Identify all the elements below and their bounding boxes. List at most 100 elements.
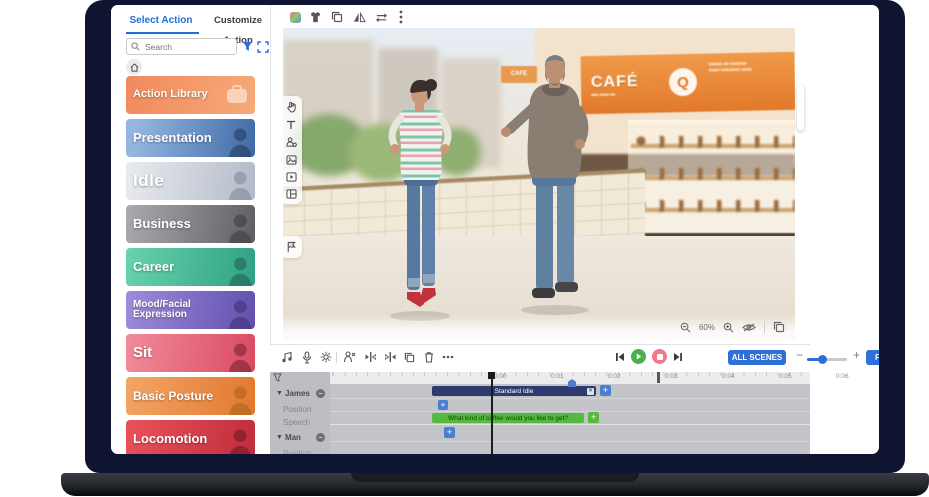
prop-tool-button[interactable] <box>283 236 302 258</box>
add-position-button[interactable]: + <box>438 400 448 410</box>
playhead[interactable] <box>491 372 493 454</box>
scene-end-marker[interactable] <box>657 372 660 383</box>
pan-tool-icon[interactable] <box>286 101 297 113</box>
category-thumbnail-figure <box>219 383 253 415</box>
category-label: Basic Posture <box>126 390 213 403</box>
video-tool-icon[interactable] <box>286 172 297 182</box>
ruler-label: 0:02 <box>608 373 621 380</box>
scene-characters[interactable] <box>283 28 795 340</box>
layout-tool-icon[interactable] <box>286 189 297 199</box>
clip-standard-idle[interactable]: Standard Idle ✕ <box>432 386 596 396</box>
text-tool-icon[interactable] <box>286 120 296 130</box>
category-label: Presentation <box>126 131 212 145</box>
add-action-button[interactable]: + <box>600 385 611 396</box>
chevron-down-icon[interactable]: ▼ <box>276 434 283 441</box>
clip-speech[interactable]: What kind of coffee would you like to ge… <box>432 413 584 423</box>
split-right-icon[interactable] <box>383 350 397 364</box>
collapse-panel-icon[interactable] <box>256 40 269 53</box>
viewport-zoom-strip: 60% <box>283 314 795 340</box>
scene-viewport[interactable]: CAFE CAFÉ ■■■ ■■■■ ■■ Q ■■■■■ ■■ ■■■■■■■… <box>283 28 795 340</box>
action-sidebar: Select Action Customize Action <box>111 5 271 454</box>
category-thumbnail-figure <box>219 168 253 200</box>
character-color-icon[interactable] <box>287 9 303 25</box>
scene-tool-strip <box>283 96 302 204</box>
ruler-label: 0:01 <box>551 373 564 380</box>
category-sit[interactable]: Sit <box>126 334 255 372</box>
category-label: Locomotion <box>126 432 207 446</box>
more-icon[interactable] <box>397 9 405 25</box>
category-thumbnail-figure <box>219 297 253 329</box>
category-label: Career <box>126 260 174 274</box>
all-scenes-button[interactable]: ALL SCENES <box>728 350 786 365</box>
tab-customize-action[interactable]: Customize Action <box>207 11 269 31</box>
playhead-handle[interactable] <box>488 372 495 379</box>
viewport-scrollbar[interactable] <box>797 85 804 131</box>
duplicate-icon[interactable] <box>329 9 345 25</box>
category-action-library[interactable]: Action Library <box>126 76 255 114</box>
flip-icon[interactable] <box>351 9 367 25</box>
image-tool-icon[interactable] <box>286 155 297 165</box>
chevron-down-icon[interactable]: ▼ <box>276 390 283 397</box>
add-speech-button[interactable]: + <box>588 412 599 423</box>
zoom-out-icon[interactable] <box>680 322 691 333</box>
stop-button[interactable] <box>652 349 667 364</box>
row-position-label: Position <box>283 405 311 414</box>
clip-delete-icon[interactable]: ✕ <box>587 388 594 395</box>
track-james[interactable]: ▼ James <box>276 389 310 398</box>
track-filter-icon[interactable] <box>273 373 282 382</box>
track-mute-icon[interactable]: − <box>316 389 325 398</box>
character-man[interactable] <box>501 55 589 315</box>
timeline-panel: ALL SCENES − + FIT ▼ James <box>270 344 810 454</box>
home-button[interactable] <box>126 59 142 75</box>
category-presentation[interactable]: Presentation <box>126 119 255 157</box>
app-window: Select Action Customize Action <box>111 5 879 454</box>
remove-action-icon[interactable] <box>342 350 356 364</box>
timeline-zoom-slider[interactable] <box>807 358 847 361</box>
search-icon <box>131 38 140 56</box>
split-left-icon[interactable] <box>363 350 377 364</box>
add-action-button-man[interactable]: + <box>444 427 455 438</box>
filter-icon[interactable] <box>241 40 254 53</box>
track-mute-icon[interactable]: − <box>316 433 325 442</box>
row-speech-label: Speech <box>283 418 310 427</box>
category-career[interactable]: Career <box>126 248 255 286</box>
prop-tool-icon <box>286 241 296 253</box>
zoom-level: 60% <box>699 323 715 332</box>
clip-label: What kind of coffee would you like to ge… <box>448 415 568 422</box>
character-tool-icon[interactable] <box>286 137 297 148</box>
slider-handle[interactable] <box>818 355 827 364</box>
duplicate-clip-icon[interactable] <box>402 350 416 364</box>
zoom-in-icon[interactable] <box>723 322 734 333</box>
effects-icon[interactable] <box>319 350 333 364</box>
category-thumbnail-figure <box>219 340 253 372</box>
character-james[interactable] <box>390 79 450 321</box>
preview-visibility-icon[interactable] <box>742 322 756 333</box>
category-idle[interactable]: Idle <box>126 162 255 200</box>
category-business[interactable]: Business <box>126 205 255 243</box>
skip-to-start-button[interactable] <box>615 352 625 362</box>
fit-button[interactable]: FIT <box>866 350 879 365</box>
category-basic-posture[interactable]: Basic Posture <box>126 377 255 415</box>
toolbar-divider <box>336 352 337 363</box>
active-tab-underline <box>126 32 199 34</box>
skip-to-end-button[interactable] <box>673 352 683 362</box>
timeline-zoom-out-button[interactable]: − <box>796 348 803 362</box>
delete-icon[interactable] <box>422 350 436 364</box>
screenshot-stage: Select Action Customize Action <box>0 0 929 497</box>
track-man[interactable]: ▼ Man <box>276 433 301 442</box>
mic-icon[interactable] <box>300 350 314 364</box>
search-input[interactable] <box>126 38 237 55</box>
swap-icon[interactable] <box>373 9 389 25</box>
more-options-icon[interactable] <box>441 350 455 364</box>
outfit-icon[interactable] <box>307 9 323 25</box>
tab-select-action[interactable]: Select Action <box>115 11 207 31</box>
category-thumbnail-figure <box>219 211 253 243</box>
duplicate-scene-icon[interactable] <box>773 321 785 333</box>
search-field[interactable] <box>143 41 227 53</box>
category-mood-facial-expression[interactable]: Mood/Facial Expression <box>126 291 255 329</box>
zoom-strip-divider <box>764 321 765 333</box>
play-button[interactable] <box>631 349 646 364</box>
timeline-zoom-in-button[interactable]: + <box>853 348 860 362</box>
category-locomotion[interactable]: Locomotion <box>126 420 255 454</box>
audio-icon[interactable] <box>280 350 294 364</box>
